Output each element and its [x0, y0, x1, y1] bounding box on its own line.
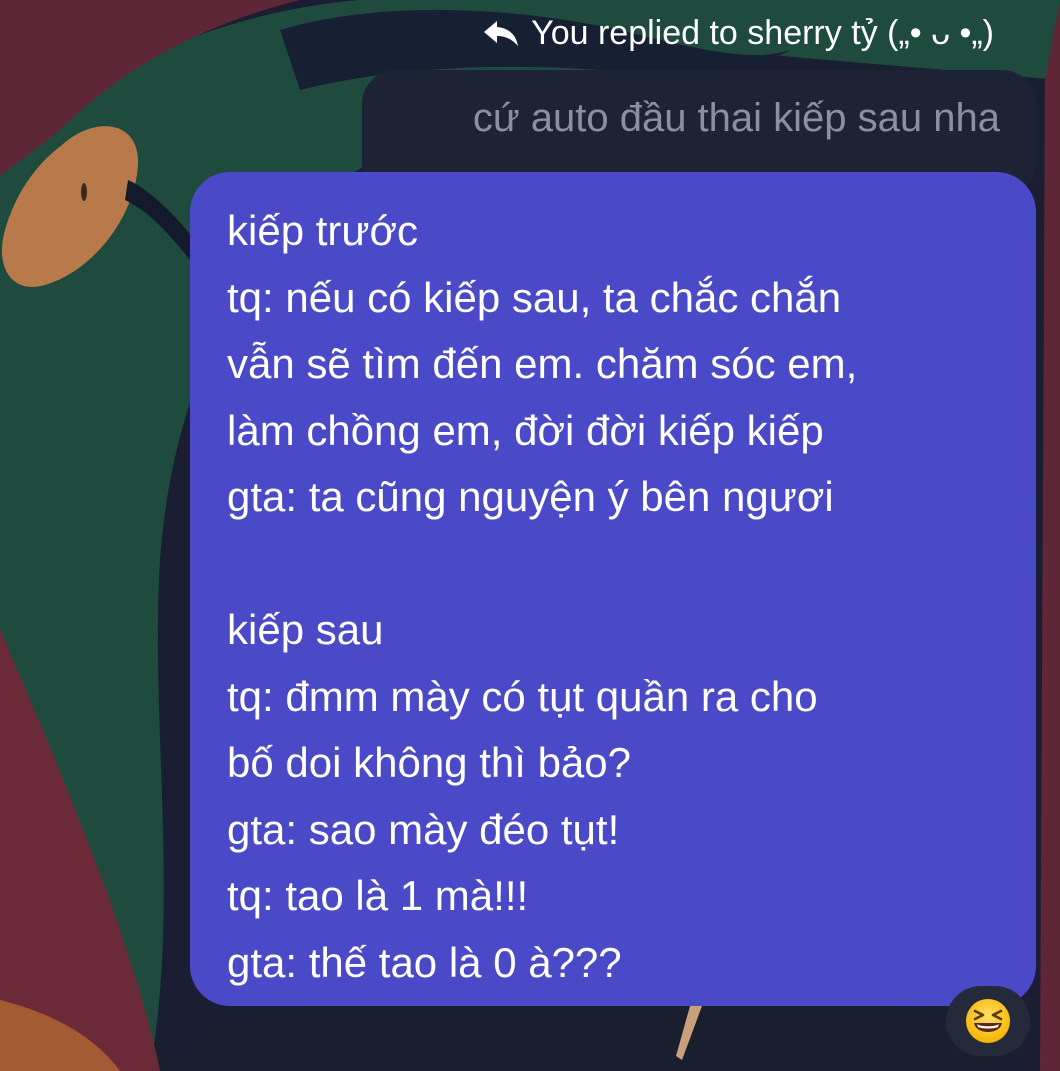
- sent-message-bubble[interactable]: kiếp trước tq: nếu có kiếp sau, ta chắc …: [190, 172, 1036, 1006]
- message-line: kiếp sau: [227, 606, 384, 653]
- message-line: làm chồng em, đời đời kiếp kiếp: [227, 406, 824, 454]
- message-line: tq: đmm mày có tụt quần ra cho: [227, 672, 818, 720]
- message-line: gta: ta cũng nguyện ý bên ngươi: [227, 473, 834, 520]
- reply-header-text: You replied to sherry tỷ („• ᴗ •„): [531, 14, 994, 52]
- reaction-badge[interactable]: [946, 986, 1030, 1056]
- message-line: tq: nếu có kiếp sau, ta chắc chắn: [227, 273, 842, 321]
- reply-header: You replied to sherry tỷ („• ᴗ •„): [483, 14, 994, 53]
- message-line: tq: tao là 1 mà!!!: [227, 872, 529, 919]
- message-line: kiếp trước: [227, 207, 419, 254]
- reply-arrow-icon: [483, 19, 521, 49]
- message-line: gta: thế tao là 0 à???: [227, 938, 622, 986]
- message-line: vẫn sẽ tìm đến em. chăm sóc em,: [227, 340, 858, 387]
- message-line: gta: sao mày đéo tụt!: [227, 805, 620, 853]
- quoted-message-text: cứ auto đầu thai kiếp sau nha: [472, 96, 1000, 140]
- grinning-squinting-face-icon: [966, 999, 1010, 1043]
- message-line: bố doi không thì bảo?: [227, 739, 632, 786]
